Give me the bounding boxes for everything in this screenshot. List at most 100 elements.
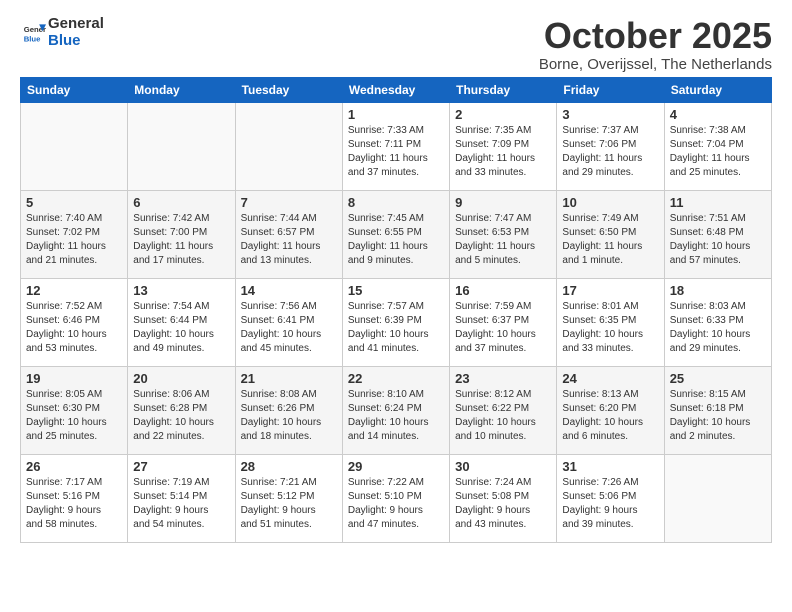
day-number: 16 (455, 283, 551, 298)
day-number: 17 (562, 283, 658, 298)
cell-content: Sunrise: 8:08 AM Sunset: 6:26 PM Dayligh… (241, 388, 337, 444)
cell-content: Sunrise: 7:49 AM Sunset: 6:50 PM Dayligh… (562, 212, 658, 268)
cell-content: Sunrise: 8:03 AM Sunset: 6:33 PM Dayligh… (670, 300, 766, 356)
cell-content: Sunrise: 7:37 AM Sunset: 7:06 PM Dayligh… (562, 124, 658, 180)
calendar-cell: 20 Sunrise: 8:06 AM Sunset: 6:28 PM Dayli… (128, 366, 235, 454)
calendar-cell: 13 Sunrise: 7:54 AM Sunset: 6:44 PM Dayli… (128, 278, 235, 366)
location-subtitle: Borne, Overijssel, The Netherlands (539, 56, 772, 73)
logo-blue: Blue (48, 33, 104, 50)
cell-content: Sunrise: 7:59 AM Sunset: 6:37 PM Dayligh… (455, 300, 551, 356)
calendar-cell (235, 102, 342, 190)
calendar-cell: 17 Sunrise: 8:01 AM Sunset: 6:35 PM Dayli… (557, 278, 664, 366)
day-number: 24 (562, 371, 658, 386)
calendar-cell: 21 Sunrise: 8:08 AM Sunset: 6:26 PM Dayli… (235, 366, 342, 454)
cell-content: Sunrise: 7:44 AM Sunset: 6:57 PM Dayligh… (241, 212, 337, 268)
day-number: 30 (455, 459, 551, 474)
calendar-cell: 19 Sunrise: 8:05 AM Sunset: 6:30 PM Dayli… (21, 366, 128, 454)
calendar-cell: 23 Sunrise: 8:12 AM Sunset: 6:22 PM Dayli… (450, 366, 557, 454)
calendar-row: 19 Sunrise: 8:05 AM Sunset: 6:30 PM Dayli… (21, 366, 772, 454)
cell-content: Sunrise: 7:56 AM Sunset: 6:41 PM Dayligh… (241, 300, 337, 356)
day-number: 1 (348, 107, 444, 122)
header-cell-monday: Monday (128, 77, 235, 102)
logo: General Blue General Blue (20, 16, 104, 49)
header-cell-sunday: Sunday (21, 77, 128, 102)
day-number: 9 (455, 195, 551, 210)
header: General Blue General Blue October 2025 B… (20, 16, 772, 73)
cell-content: Sunrise: 8:01 AM Sunset: 6:35 PM Dayligh… (562, 300, 658, 356)
cell-content: Sunrise: 7:26 AM Sunset: 5:06 PM Dayligh… (562, 476, 658, 532)
header-row: SundayMondayTuesdayWednesdayThursdayFrid… (21, 77, 772, 102)
cell-content: Sunrise: 8:06 AM Sunset: 6:28 PM Dayligh… (133, 388, 229, 444)
cell-content: Sunrise: 8:13 AM Sunset: 6:20 PM Dayligh… (562, 388, 658, 444)
cell-content: Sunrise: 7:42 AM Sunset: 7:00 PM Dayligh… (133, 212, 229, 268)
header-cell-wednesday: Wednesday (342, 77, 449, 102)
calendar-cell: 7 Sunrise: 7:44 AM Sunset: 6:57 PM Daylig… (235, 190, 342, 278)
day-number: 8 (348, 195, 444, 210)
calendar-cell: 10 Sunrise: 7:49 AM Sunset: 6:50 PM Dayli… (557, 190, 664, 278)
calendar-cell: 24 Sunrise: 8:13 AM Sunset: 6:20 PM Dayli… (557, 366, 664, 454)
calendar-cell (128, 102, 235, 190)
day-number: 31 (562, 459, 658, 474)
cell-content: Sunrise: 7:51 AM Sunset: 6:48 PM Dayligh… (670, 212, 766, 268)
cell-content: Sunrise: 7:19 AM Sunset: 5:14 PM Dayligh… (133, 476, 229, 532)
calendar-cell: 12 Sunrise: 7:52 AM Sunset: 6:46 PM Dayli… (21, 278, 128, 366)
day-number: 20 (133, 371, 229, 386)
day-number: 29 (348, 459, 444, 474)
calendar-cell: 16 Sunrise: 7:59 AM Sunset: 6:37 PM Dayli… (450, 278, 557, 366)
day-number: 18 (670, 283, 766, 298)
calendar-cell: 11 Sunrise: 7:51 AM Sunset: 6:48 PM Dayli… (664, 190, 771, 278)
cell-content: Sunrise: 7:24 AM Sunset: 5:08 PM Dayligh… (455, 476, 551, 532)
calendar-cell: 22Sunrise: 8:10 AM Sunset: 6:24 PM Dayli… (342, 366, 449, 454)
calendar-cell: 14 Sunrise: 7:56 AM Sunset: 6:41 PM Dayli… (235, 278, 342, 366)
cell-content: Sunrise: 7:22 AM Sunset: 5:10 PM Dayligh… (348, 476, 444, 532)
day-number: 11 (670, 195, 766, 210)
day-number: 26 (26, 459, 122, 474)
cell-content: Sunrise: 8:12 AM Sunset: 6:22 PM Dayligh… (455, 388, 551, 444)
cell-content: Sunrise: 7:45 AM Sunset: 6:55 PM Dayligh… (348, 212, 444, 268)
calendar-row: 5 Sunrise: 7:40 AM Sunset: 7:02 PM Daylig… (21, 190, 772, 278)
calendar-cell: 27Sunrise: 7:19 AM Sunset: 5:14 PM Dayli… (128, 454, 235, 542)
calendar-cell: 15 Sunrise: 7:57 AM Sunset: 6:39 PM Dayli… (342, 278, 449, 366)
cell-content: Sunrise: 7:40 AM Sunset: 7:02 PM Dayligh… (26, 212, 122, 268)
cell-content: Sunrise: 7:54 AM Sunset: 6:44 PM Dayligh… (133, 300, 229, 356)
day-number: 23 (455, 371, 551, 386)
logo-icon: General Blue (22, 21, 46, 45)
day-number: 7 (241, 195, 337, 210)
day-number: 3 (562, 107, 658, 122)
calendar-cell (21, 102, 128, 190)
header-cell-saturday: Saturday (664, 77, 771, 102)
calendar-cell: 6 Sunrise: 7:42 AM Sunset: 7:00 PM Daylig… (128, 190, 235, 278)
title-block: October 2025 Borne, Overijssel, The Neth… (539, 16, 772, 73)
calendar-row: 1Sunrise: 7:33 AM Sunset: 7:11 PM Daylig… (21, 102, 772, 190)
day-number: 19 (26, 371, 122, 386)
calendar-cell: 2 Sunrise: 7:35 AM Sunset: 7:09 PM Daylig… (450, 102, 557, 190)
logo-general: General (48, 16, 104, 33)
calendar-cell: 28 Sunrise: 7:21 AM Sunset: 5:12 PM Dayli… (235, 454, 342, 542)
calendar-cell: 8 Sunrise: 7:45 AM Sunset: 6:55 PM Daylig… (342, 190, 449, 278)
day-number: 2 (455, 107, 551, 122)
calendar-cell: 30 Sunrise: 7:24 AM Sunset: 5:08 PM Dayli… (450, 454, 557, 542)
day-number: 12 (26, 283, 122, 298)
day-number: 15 (348, 283, 444, 298)
day-number: 14 (241, 283, 337, 298)
cell-content: Sunrise: 7:57 AM Sunset: 6:39 PM Dayligh… (348, 300, 444, 356)
cell-content: Sunrise: 7:38 AM Sunset: 7:04 PM Dayligh… (670, 124, 766, 180)
cell-content: Sunrise: 8:05 AM Sunset: 6:30 PM Dayligh… (26, 388, 122, 444)
day-number: 28 (241, 459, 337, 474)
cell-content: Sunrise: 7:52 AM Sunset: 6:46 PM Dayligh… (26, 300, 122, 356)
cell-content: Sunrise: 7:21 AM Sunset: 5:12 PM Dayligh… (241, 476, 337, 532)
svg-text:Blue: Blue (24, 34, 41, 43)
day-number: 13 (133, 283, 229, 298)
header-cell-tuesday: Tuesday (235, 77, 342, 102)
day-number: 25 (670, 371, 766, 386)
cell-content: Sunrise: 7:35 AM Sunset: 7:09 PM Dayligh… (455, 124, 551, 180)
calendar-row: 12 Sunrise: 7:52 AM Sunset: 6:46 PM Dayli… (21, 278, 772, 366)
day-number: 21 (241, 371, 337, 386)
calendar-cell: 4Sunrise: 7:38 AM Sunset: 7:04 PM Daylig… (664, 102, 771, 190)
day-number: 10 (562, 195, 658, 210)
calendar-cell: 25Sunrise: 8:15 AM Sunset: 6:18 PM Dayli… (664, 366, 771, 454)
header-cell-thursday: Thursday (450, 77, 557, 102)
cell-content: Sunrise: 7:17 AM Sunset: 5:16 PM Dayligh… (26, 476, 122, 532)
day-number: 5 (26, 195, 122, 210)
day-number: 6 (133, 195, 229, 210)
